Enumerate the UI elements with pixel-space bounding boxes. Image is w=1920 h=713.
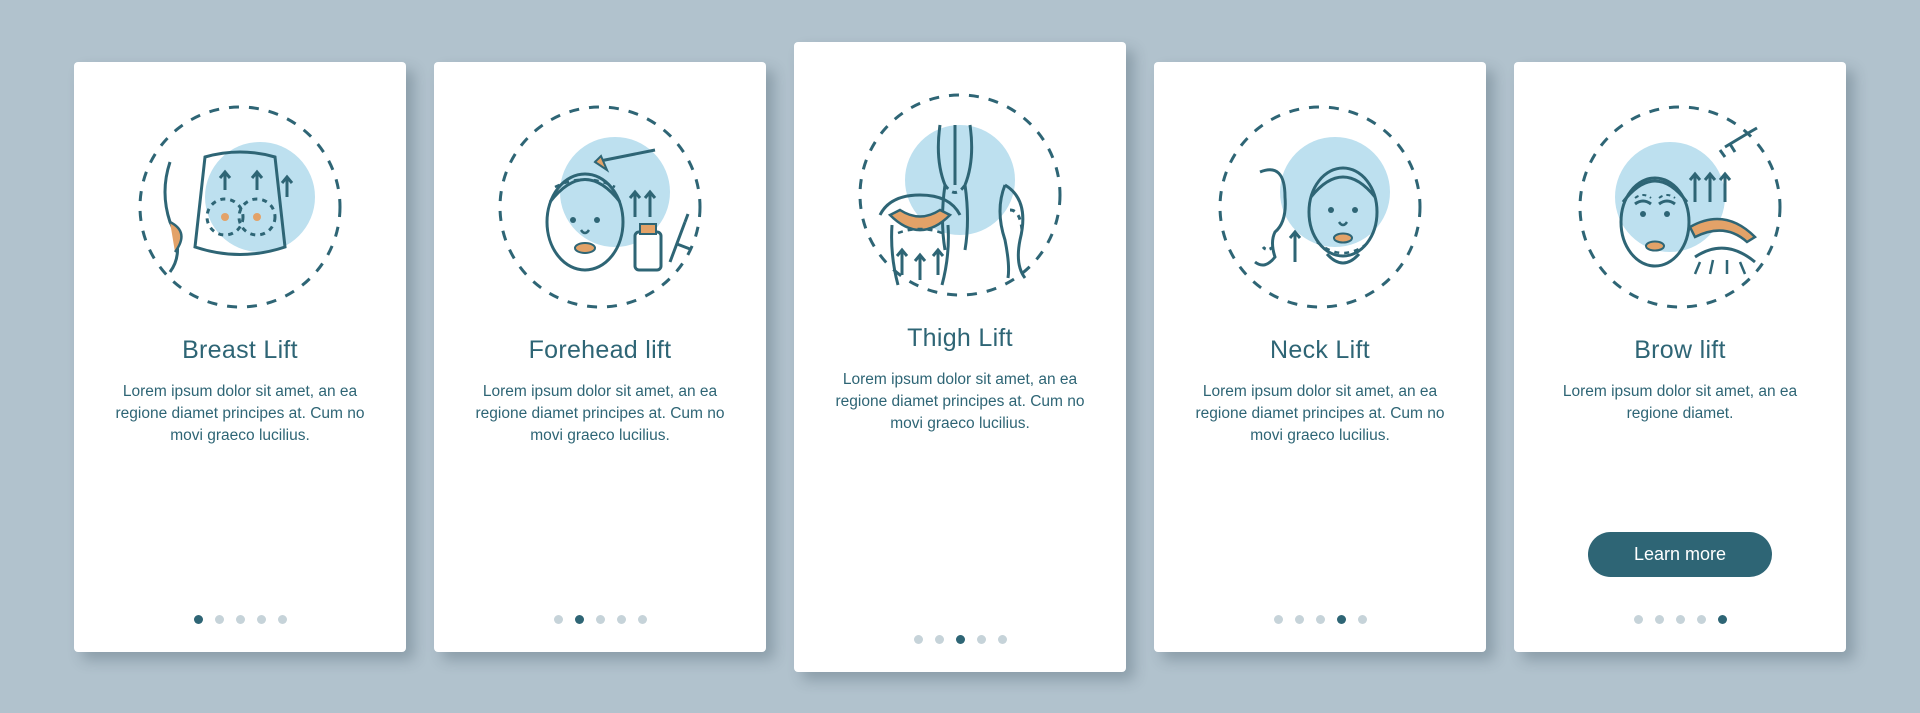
dot[interactable] [1295, 615, 1304, 624]
pagination-dots [194, 615, 287, 624]
card-title: Forehead lift [529, 336, 672, 365]
dot[interactable] [596, 615, 605, 624]
card-description: Lorem ipsum dolor sit amet, an ea region… [830, 369, 1090, 436]
card-thigh-lift[interactable]: Thigh Lift Lorem ipsum dolor sit amet, a… [794, 42, 1126, 672]
dot[interactable] [194, 615, 203, 624]
dot[interactable] [1274, 615, 1283, 624]
dot[interactable] [236, 615, 245, 624]
dot[interactable] [1358, 615, 1367, 624]
dot[interactable] [956, 635, 965, 644]
breast-lift-icon [135, 102, 345, 312]
dot[interactable] [215, 615, 224, 624]
forehead-lift-icon [495, 102, 705, 312]
pagination-dots [914, 635, 1007, 644]
dot[interactable] [914, 635, 923, 644]
dot[interactable] [998, 635, 1007, 644]
dot[interactable] [638, 615, 647, 624]
dot[interactable] [977, 635, 986, 644]
card-neck-lift[interactable]: Neck Lift Lorem ipsum dolor sit amet, an… [1154, 62, 1486, 652]
brow-lift-icon [1575, 102, 1785, 312]
dot[interactable] [257, 615, 266, 624]
card-title: Brow lift [1634, 336, 1726, 365]
card-description: Lorem ipsum dolor sit amet, an ea region… [1190, 381, 1450, 448]
card-title: Neck Lift [1270, 336, 1370, 365]
dot[interactable] [935, 635, 944, 644]
dot[interactable] [1634, 615, 1643, 624]
dot[interactable] [1676, 615, 1685, 624]
card-description: Lorem ipsum dolor sit amet, an ea region… [110, 381, 370, 448]
card-title: Breast Lift [182, 336, 298, 365]
dot[interactable] [1718, 615, 1727, 624]
neck-lift-icon [1215, 102, 1425, 312]
onboarding-row: Breast Lift Lorem ipsum dolor sit amet, … [74, 42, 1846, 672]
dot[interactable] [554, 615, 563, 624]
card-description: Lorem ipsum dolor sit amet, an ea region… [470, 381, 730, 448]
card-brow-lift[interactable]: Brow lift Lorem ipsum dolor sit amet, an… [1514, 62, 1846, 652]
pagination-dots [1274, 615, 1367, 624]
dot[interactable] [1697, 615, 1706, 624]
learn-more-button[interactable]: Learn more [1588, 532, 1772, 577]
pagination-dots [1634, 615, 1727, 624]
dot[interactable] [1655, 615, 1664, 624]
pagination-dots [554, 615, 647, 624]
card-forehead-lift[interactable]: Forehead lift Lorem ipsum dolor sit amet… [434, 62, 766, 652]
dot[interactable] [1337, 615, 1346, 624]
dot[interactable] [278, 615, 287, 624]
thigh-lift-icon [855, 90, 1065, 300]
card-title: Thigh Lift [907, 324, 1013, 353]
dot[interactable] [617, 615, 626, 624]
card-breast-lift[interactable]: Breast Lift Lorem ipsum dolor sit amet, … [74, 62, 406, 652]
card-description: Lorem ipsum dolor sit amet, an ea region… [1550, 381, 1810, 426]
dot[interactable] [575, 615, 584, 624]
dot[interactable] [1316, 615, 1325, 624]
